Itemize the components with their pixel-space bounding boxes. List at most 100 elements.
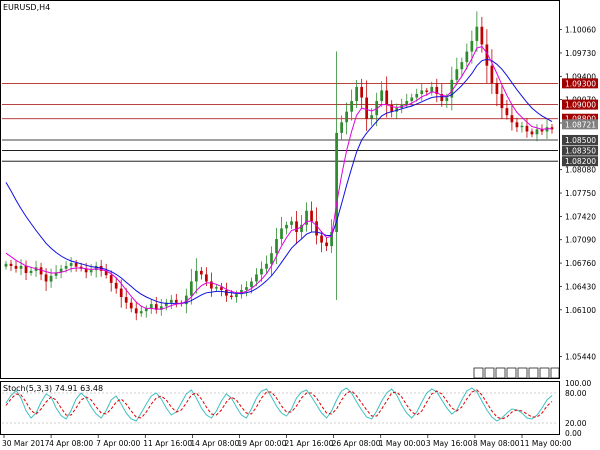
candle-body	[465, 51, 469, 63]
x-tick-label: 19 Apr 00:00	[237, 439, 286, 448]
candle-body	[425, 90, 429, 92]
x-tick-label: 7 Apr 00:00	[96, 439, 140, 448]
scroll-button-4[interactable]	[506, 367, 517, 379]
level-tag-5: 1.08200	[565, 157, 596, 166]
candle-body	[495, 83, 499, 94]
candle-body	[64, 265, 68, 269]
candle-body	[139, 311, 143, 314]
candle-body	[265, 263, 268, 269]
y-tick-label: 1.07420	[565, 212, 596, 221]
candle-body	[490, 65, 494, 84]
candle-body	[530, 131, 534, 135]
y-tick-label: 1.09730	[565, 49, 596, 58]
candle-body	[29, 270, 33, 273]
scroll-button-2[interactable]	[484, 367, 495, 379]
x-tick-label: 30 Mar 2017	[2, 439, 50, 448]
current-price-tag: 1.08721	[565, 120, 596, 129]
candle-body	[280, 228, 283, 240]
stoch-tick-label: 80.00	[565, 389, 587, 398]
candle-body	[390, 104, 394, 112]
x-tick-label: 8 May 08:00	[473, 439, 520, 448]
stoch-tick-label: 100.00	[565, 379, 591, 388]
candle-body	[295, 221, 298, 232]
scroll-button-7[interactable]	[539, 367, 550, 379]
candle-body	[114, 282, 118, 289]
candle-body	[350, 101, 353, 112]
y-tick-label: 1.10060	[565, 26, 596, 35]
price-chart[interactable]: 1.100601.097301.094001.090701.087401.080…	[0, 0, 600, 450]
candle-body	[385, 90, 389, 105]
candle-body	[69, 263, 73, 266]
candle-body	[119, 288, 123, 298]
y-tick-label: 1.06430	[565, 282, 596, 291]
candle-body	[290, 221, 293, 225]
candle-body	[535, 129, 539, 135]
candle-body	[194, 270, 198, 282]
candle-body	[355, 86, 359, 102]
candle-body	[169, 299, 173, 303]
candle-body	[415, 93, 419, 98]
y-tick-label: 1.08080	[565, 166, 596, 175]
candle-body	[515, 122, 519, 128]
candle-body	[360, 86, 364, 98]
chart-background	[0, 0, 600, 450]
candle-body	[9, 263, 13, 266]
candle-body	[405, 101, 409, 105]
y-tick-label: 1.06760	[565, 259, 596, 268]
y-tick-label: 1.07090	[565, 236, 596, 245]
x-tick-label: 21 Apr 16:00	[285, 439, 334, 448]
candle-body	[480, 26, 484, 45]
candle-body	[255, 274, 258, 282]
candle-body	[109, 275, 113, 283]
y-tick-label: 1.06100	[565, 306, 596, 315]
x-tick-label: 11 Apr 16:00	[143, 439, 192, 448]
candle-body	[475, 26, 479, 41]
stoch-tick-label: 0.00	[565, 429, 582, 438]
candle-body	[520, 125, 524, 128]
level-tag-1: 1.09000	[565, 101, 596, 110]
candle-body	[74, 263, 78, 267]
candle-body	[545, 127, 549, 132]
scroll-button-1[interactable]	[473, 367, 484, 379]
candle-body	[124, 297, 128, 303]
candle-body	[149, 304, 153, 309]
candle-body	[365, 97, 369, 119]
candle-body	[270, 253, 273, 264]
candle-body	[275, 239, 278, 254]
x-tick-label: 14 Apr 08:00	[190, 439, 239, 448]
candle-body	[230, 295, 233, 298]
candle-body	[340, 122, 343, 133]
candle-body	[174, 299, 178, 303]
candle-body	[205, 274, 208, 282]
scroll-button-5[interactable]	[517, 367, 528, 379]
chart-title: EURUSD,H4	[3, 3, 50, 12]
candle-body	[470, 40, 474, 52]
stoch-title: Stoch(5,3,3) 74.91 63.48	[3, 384, 103, 393]
candle-body	[14, 265, 18, 269]
candle-body	[420, 90, 424, 94]
candle-body	[310, 210, 313, 222]
x-tick-label: 11 May 00:00	[520, 439, 572, 448]
candle-body	[505, 108, 509, 116]
candle-body	[129, 302, 133, 309]
candle-body	[430, 86, 434, 92]
candle-body	[189, 281, 193, 296]
candle-body	[260, 268, 263, 275]
candle-body	[510, 115, 514, 123]
candle-body	[455, 69, 459, 80]
scroll-button-3[interactable]	[495, 367, 506, 379]
scroll-button-6[interactable]	[528, 367, 539, 379]
candle-body	[410, 97, 414, 102]
y-tick-label: 1.05440	[565, 352, 596, 361]
y-tick-label: 1.07750	[565, 189, 596, 198]
candle-body	[94, 265, 98, 271]
scroll-button-8[interactable]	[550, 367, 560, 379]
candle-body	[49, 275, 53, 282]
candle-body	[220, 287, 223, 290]
candle-body	[4, 263, 8, 267]
candle-body	[345, 111, 348, 123]
candle-body	[320, 235, 323, 243]
candle-body	[285, 224, 288, 229]
candle-body	[525, 125, 529, 132]
x-tick-label: 26 Apr 08:00	[332, 439, 381, 448]
